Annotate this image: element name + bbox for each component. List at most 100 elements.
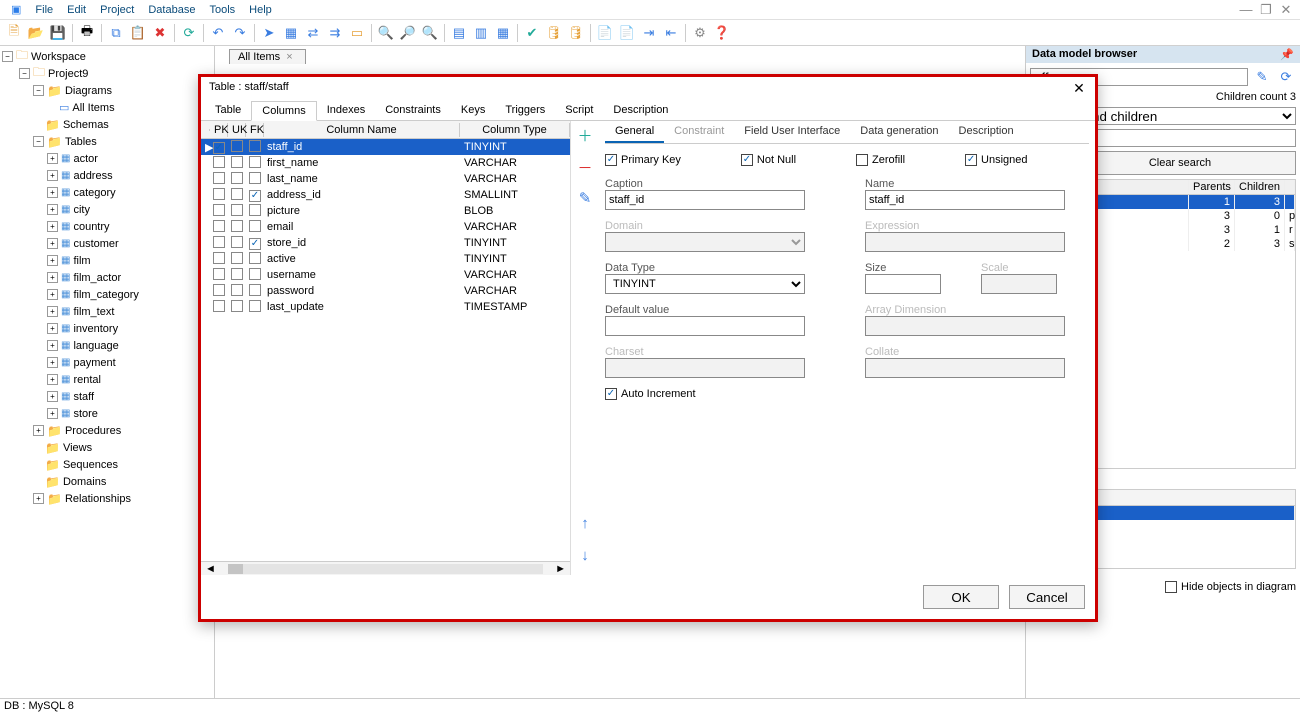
expand-toggle[interactable]: + bbox=[47, 323, 58, 334]
expand-toggle[interactable]: + bbox=[33, 493, 44, 504]
check-icon[interactable]: ✔ bbox=[522, 23, 542, 43]
size-input[interactable] bbox=[865, 274, 941, 294]
fk-check[interactable] bbox=[249, 238, 261, 250]
tree-table[interactable]: film bbox=[73, 255, 90, 267]
tree-table[interactable]: actor bbox=[73, 153, 97, 165]
uk-check[interactable] bbox=[231, 220, 243, 232]
undo-icon[interactable]: ↶ bbox=[208, 23, 228, 43]
tree-node[interactable]: Views bbox=[63, 442, 92, 454]
menu-edit[interactable]: Edit bbox=[60, 4, 93, 16]
pin-icon[interactable]: 📌 bbox=[1280, 48, 1294, 61]
import-icon[interactable]: ⇥ bbox=[639, 23, 659, 43]
notnull-checkbox[interactable] bbox=[741, 154, 753, 166]
fk-check[interactable] bbox=[249, 190, 261, 202]
zoomin-icon[interactable]: 🔍 bbox=[376, 23, 396, 43]
menu-help[interactable]: Help bbox=[242, 4, 279, 16]
uk-check[interactable] bbox=[231, 140, 243, 152]
uk-check[interactable] bbox=[231, 300, 243, 312]
tree-table[interactable]: staff bbox=[73, 391, 94, 403]
script1-icon[interactable]: 📄 bbox=[595, 23, 615, 43]
relation-icon[interactable]: ⇄ bbox=[303, 23, 323, 43]
column-row[interactable]: first_nameVARCHAR bbox=[201, 155, 570, 171]
remove-column-button[interactable]: － bbox=[576, 157, 594, 175]
copy-icon[interactable]: ⧉ bbox=[106, 23, 126, 43]
tree-node[interactable]: Relationships bbox=[65, 493, 131, 505]
ok-button[interactable]: OK bbox=[923, 585, 999, 609]
expand-toggle[interactable]: − bbox=[33, 85, 44, 96]
minimize-icon[interactable]: — bbox=[1236, 0, 1256, 20]
export-icon[interactable]: ⇤ bbox=[661, 23, 681, 43]
move-down-button[interactable]: ↓ bbox=[576, 547, 594, 565]
save-icon[interactable]: 💾 bbox=[48, 23, 68, 43]
tree-table[interactable]: language bbox=[73, 340, 118, 352]
tree-table[interactable]: country bbox=[73, 221, 109, 233]
tab-table[interactable]: Table bbox=[205, 101, 251, 120]
dtab-constraint[interactable]: Constraint bbox=[664, 121, 734, 143]
tree-node[interactable]: Schemas bbox=[63, 119, 109, 131]
column-row[interactable]: last_updateTIMESTAMP bbox=[201, 299, 570, 315]
close-window-icon[interactable]: ✕ bbox=[1276, 0, 1296, 20]
tree-table[interactable]: payment bbox=[73, 357, 115, 369]
column-row[interactable]: last_nameVARCHAR bbox=[201, 171, 570, 187]
fk-check[interactable] bbox=[249, 284, 261, 296]
open-icon[interactable]: 📂 bbox=[26, 23, 46, 43]
tree-node[interactable]: Diagrams bbox=[65, 85, 112, 97]
fk-check[interactable] bbox=[249, 300, 261, 312]
column-row[interactable]: usernameVARCHAR bbox=[201, 267, 570, 283]
grid3-icon[interactable]: ▦ bbox=[493, 23, 513, 43]
tree-project[interactable]: Project9 bbox=[48, 68, 88, 80]
tab-constraints[interactable]: Constraints bbox=[375, 101, 451, 120]
dtab-general[interactable]: General bbox=[605, 121, 664, 143]
uk-check[interactable] bbox=[231, 188, 243, 200]
menu-database[interactable]: Database bbox=[141, 4, 202, 16]
restore-icon[interactable]: ❐ bbox=[1256, 0, 1276, 20]
expand-toggle[interactable]: + bbox=[47, 153, 58, 164]
zoomout-icon[interactable]: 🔎 bbox=[398, 23, 418, 43]
uk-check[interactable] bbox=[231, 172, 243, 184]
tree-table[interactable]: film_actor bbox=[73, 272, 121, 284]
expand-toggle[interactable]: + bbox=[47, 221, 58, 232]
pk-checkbox[interactable] bbox=[605, 154, 617, 166]
name-input[interactable] bbox=[865, 190, 1065, 210]
zerofill-checkbox[interactable] bbox=[856, 154, 868, 166]
tab-keys[interactable]: Keys bbox=[451, 101, 495, 120]
pk-check[interactable] bbox=[213, 142, 225, 154]
expand-toggle[interactable]: + bbox=[47, 255, 58, 266]
tab-close-icon[interactable]: × bbox=[286, 51, 292, 63]
arraydim-input[interactable] bbox=[865, 316, 1065, 336]
add-column-button[interactable]: ＋ bbox=[576, 125, 594, 143]
tree-table[interactable]: store bbox=[73, 408, 97, 420]
expand-toggle[interactable]: + bbox=[47, 170, 58, 181]
uk-check[interactable] bbox=[231, 252, 243, 264]
help-icon[interactable]: ❓ bbox=[712, 23, 732, 43]
sync-icon[interactable]: ⟳ bbox=[1276, 67, 1296, 87]
expand-toggle[interactable]: − bbox=[19, 68, 30, 79]
edit-icon[interactable]: ✎ bbox=[1252, 67, 1272, 87]
cancel-button[interactable]: Cancel bbox=[1009, 585, 1085, 609]
tree-table[interactable]: rental bbox=[73, 374, 101, 386]
tree-node[interactable]: All Items bbox=[72, 102, 114, 114]
expand-toggle[interactable]: + bbox=[47, 357, 58, 368]
redo-icon[interactable]: ↷ bbox=[230, 23, 250, 43]
tree-node[interactable]: Sequences bbox=[63, 459, 118, 471]
grid1-icon[interactable]: ▤ bbox=[449, 23, 469, 43]
column-row[interactable]: pictureBLOB bbox=[201, 203, 570, 219]
expand-toggle[interactable]: + bbox=[47, 391, 58, 402]
fk-check[interactable] bbox=[249, 204, 261, 216]
expand-toggle[interactable]: + bbox=[47, 187, 58, 198]
tree-node[interactable]: Tables bbox=[65, 136, 97, 148]
column-row[interactable]: store_idTINYINT bbox=[201, 235, 570, 251]
paste-icon[interactable]: 📋 bbox=[128, 23, 148, 43]
pk-check[interactable] bbox=[213, 236, 225, 248]
tree-table[interactable]: film_category bbox=[73, 289, 138, 301]
tree-node[interactable]: Procedures bbox=[65, 425, 121, 437]
uk-check[interactable] bbox=[231, 204, 243, 216]
expression-input[interactable] bbox=[865, 232, 1065, 252]
menu-file[interactable]: File bbox=[28, 4, 60, 16]
column-row[interactable]: ▶staff_idTINYINT bbox=[201, 139, 570, 155]
pk-check[interactable] bbox=[213, 172, 225, 184]
expand-toggle[interactable]: + bbox=[47, 204, 58, 215]
uk-check[interactable] bbox=[231, 236, 243, 248]
unsigned-checkbox[interactable] bbox=[965, 154, 977, 166]
expand-toggle[interactable]: + bbox=[47, 306, 58, 317]
